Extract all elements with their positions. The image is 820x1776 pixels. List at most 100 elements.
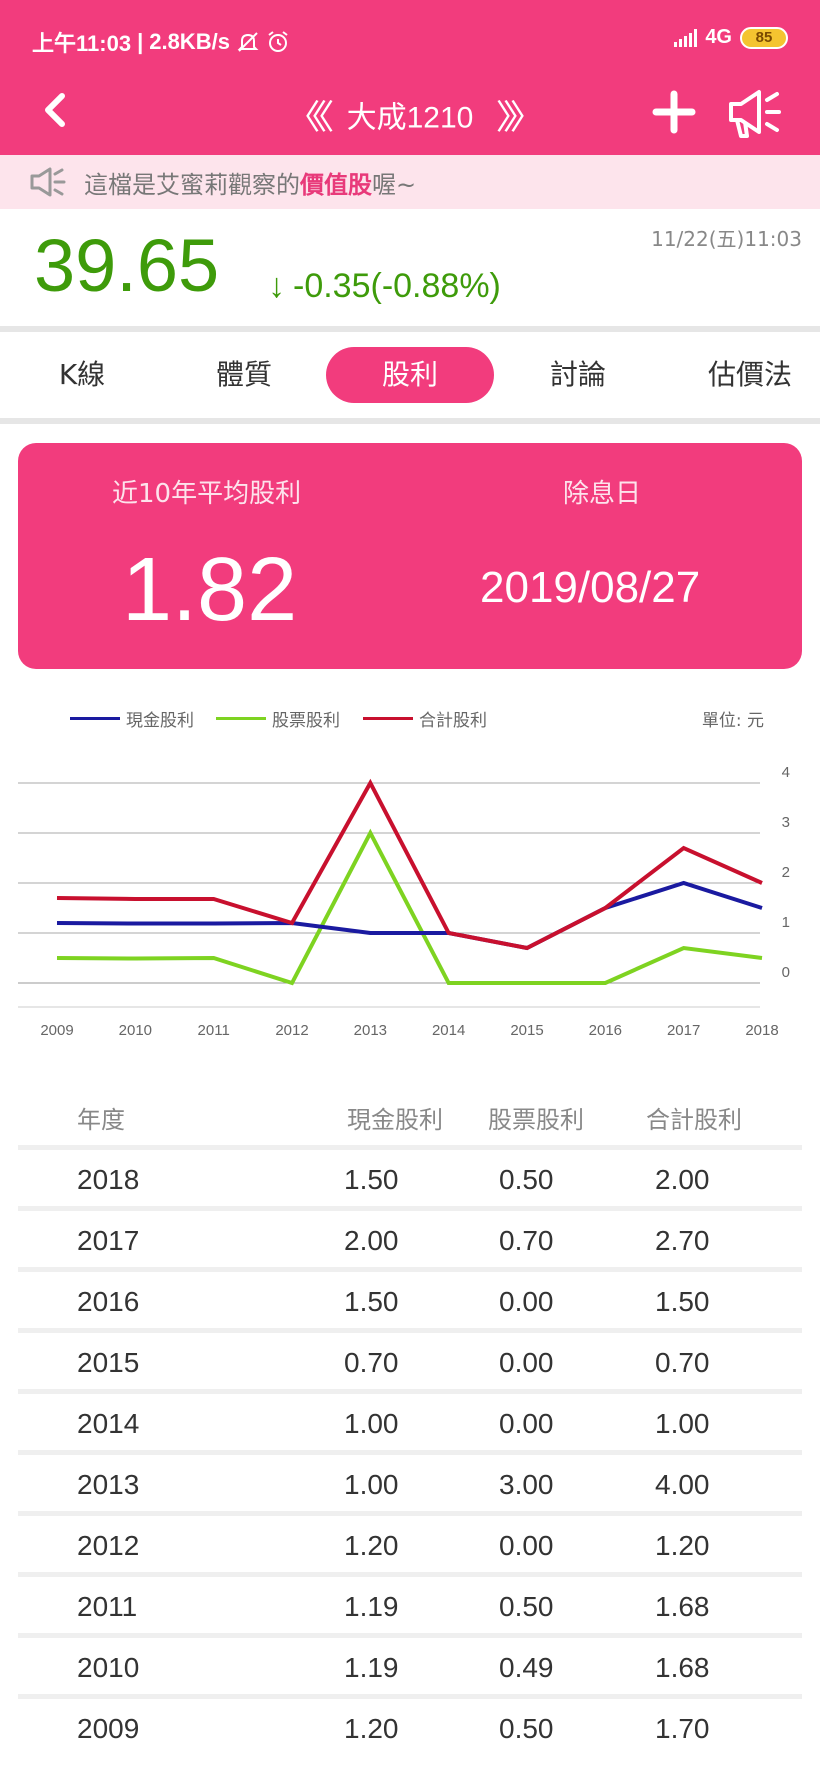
legend-swatch xyxy=(363,717,413,720)
cell-stock: 0.50 xyxy=(499,1164,554,1195)
cell-total: 2.00 xyxy=(655,1164,710,1195)
cell-total: 1.50 xyxy=(655,1286,710,1317)
alarm-icon xyxy=(268,31,288,52)
y-tick-label: 4 xyxy=(782,764,790,781)
legend-item-total: 合計股利 xyxy=(363,706,487,731)
price-change: ↓ -0.35(-0.88%) xyxy=(268,267,501,306)
current-price: 39.65 xyxy=(34,224,220,307)
cell-stock: 0.50 xyxy=(499,1713,554,1744)
legend-label: 股票股利 xyxy=(272,711,340,731)
x-tick-label: 2010 xyxy=(119,1022,152,1039)
avg-dividend-value: 1.82 xyxy=(122,540,298,640)
cell-cash: 1.50 xyxy=(344,1286,399,1317)
table-row: 2016 1.50 0.00 1.50 xyxy=(18,1267,802,1328)
tab-kline[interactable]: K線 xyxy=(28,347,136,403)
stock-switcher: 〈〈〈 大成1210 〉〉〉 xyxy=(0,90,820,139)
tab-bar: K線 體質 股利 討論 估價法 xyxy=(0,332,820,418)
cell-total: 1.00 xyxy=(655,1408,710,1439)
cell-total: 1.70 xyxy=(655,1713,710,1744)
cell-cash: 2.00 xyxy=(344,1225,399,1256)
cell-total: 0.70 xyxy=(655,1347,710,1378)
dividend-table: 年度 現金股利 股票股利 合計股利 2018 1.50 0.50 2.00 2017 2.… xyxy=(18,1090,802,1755)
cell-stock: 0.00 xyxy=(499,1408,554,1439)
header-year: 年度 xyxy=(77,1106,125,1134)
quote-timestamp: 11/22(五)11:03 xyxy=(651,227,802,251)
app-header: 上午11:03 | 2.8KB/s 4G 85 〈〈〈 大成1210 〉〉〉 xyxy=(0,0,820,155)
y-tick-label: 3 xyxy=(782,814,790,831)
cell-year: 2010 xyxy=(77,1652,140,1683)
cell-year: 2016 xyxy=(77,1286,140,1317)
cell-cash: 0.70 xyxy=(344,1347,399,1378)
quote-panel: 39.65 ↓ -0.35(-0.88%) 11/22(五)11:03 xyxy=(0,209,820,326)
tab-fundamentals[interactable]: 體質 xyxy=(190,347,298,403)
previous-stock-icon[interactable]: 〈〈〈 xyxy=(286,99,334,137)
add-icon[interactable] xyxy=(652,90,696,134)
cell-cash: 1.19 xyxy=(344,1652,399,1683)
x-tick-label: 2016 xyxy=(589,1022,622,1039)
price-change-value: -0.35(-0.88%) xyxy=(293,267,501,305)
cell-total: 2.70 xyxy=(655,1225,710,1256)
status-divider: | xyxy=(137,29,144,54)
notice-suffix: 喔~ xyxy=(372,170,417,199)
avg-dividend-label: 近10年平均股利 xyxy=(112,479,302,509)
status-bar: 上午11:03 | 2.8KB/s 4G 85 xyxy=(0,0,820,80)
divider xyxy=(0,418,820,424)
table-row: 2018 1.50 0.50 2.00 xyxy=(18,1145,802,1206)
table-row: 2012 1.20 0.00 1.20 xyxy=(18,1511,802,1572)
table-row: 2010 1.19 0.49 1.68 xyxy=(18,1633,802,1694)
cell-stock: 3.00 xyxy=(499,1469,554,1500)
tab-dividends[interactable]: 股利 xyxy=(326,347,494,403)
notice-text: 這檔是艾蜜莉觀察的價值股喔~ xyxy=(84,165,416,200)
x-tick-label: 2011 xyxy=(198,1022,230,1039)
ex-dividend-date: 2019/08/27 xyxy=(480,563,701,612)
status-right: 4G 85 xyxy=(674,26,788,49)
legend-swatch xyxy=(70,717,120,720)
cell-year: 2011 xyxy=(77,1591,138,1622)
cell-cash: 1.00 xyxy=(344,1469,399,1500)
tab-valuation[interactable]: 估價法 xyxy=(690,347,810,403)
cell-cash: 1.19 xyxy=(344,1591,399,1622)
x-tick-label: 2012 xyxy=(275,1022,308,1039)
battery-icon: 85 xyxy=(740,26,788,49)
cell-year: 2013 xyxy=(77,1469,140,1500)
table-row: 2014 1.00 0.00 1.00 xyxy=(18,1389,802,1450)
notice-highlight: 價值股 xyxy=(300,170,372,199)
unit-label: 單位: 元 xyxy=(701,711,764,731)
series-line-cash xyxy=(56,880,763,951)
cell-cash: 1.50 xyxy=(344,1164,399,1195)
header-cash: 現金股利 xyxy=(347,1106,443,1134)
table-row: 2009 1.20 0.50 1.70 xyxy=(18,1694,802,1755)
cell-total: 4.00 xyxy=(655,1469,710,1500)
header-total: 合計股利 xyxy=(646,1106,742,1134)
status-left: 上午11:03 | 2.8KB/s xyxy=(32,26,290,58)
legend-item-cash: 現金股利 xyxy=(70,706,194,731)
cell-stock: 0.50 xyxy=(499,1591,554,1622)
x-tick-label: 2015 xyxy=(510,1022,543,1039)
signal-icon xyxy=(674,28,698,47)
legend-label: 合計股利 xyxy=(419,711,487,731)
tab-discussion[interactable]: 討論 xyxy=(524,347,632,403)
y-tick-label: 2 xyxy=(782,864,790,881)
megaphone-icon xyxy=(30,167,66,197)
cell-cash: 1.00 xyxy=(344,1408,399,1439)
legend-item-stock: 股票股利 xyxy=(216,706,340,731)
notice-banner[interactable]: 這檔是艾蜜莉觀察的價值股喔~ xyxy=(0,155,820,209)
status-time: 上午11:03 xyxy=(32,31,132,56)
table-row: 2017 2.00 0.70 2.70 xyxy=(18,1206,802,1267)
cell-year: 2012 xyxy=(77,1530,140,1561)
next-stock-icon[interactable]: 〉〉〉 xyxy=(496,99,544,137)
cell-stock: 0.49 xyxy=(499,1652,554,1683)
cell-stock: 0.00 xyxy=(499,1347,554,1378)
chart-legend: 現金股利 股票股利 合計股利 單位: 元 xyxy=(0,706,820,736)
x-tick-label: 2009 xyxy=(40,1022,73,1039)
cell-stock: 0.70 xyxy=(499,1225,554,1256)
cell-year: 2015 xyxy=(77,1347,140,1378)
x-tick-label: 2014 xyxy=(432,1022,465,1039)
down-arrow-icon: ↓ xyxy=(268,267,285,305)
dividend-line-chart: 0 1 2 3 4 2009 2010 2011 2012 2013 2014 2015 2016 201… xyxy=(18,764,790,1039)
announcement-icon[interactable] xyxy=(725,86,785,140)
stock-title: 大成1210 xyxy=(346,101,474,135)
notice-prefix: 這檔是艾蜜莉觀察的 xyxy=(84,170,300,199)
x-tick-label: 2017 xyxy=(667,1022,700,1039)
cell-total: 1.68 xyxy=(655,1652,710,1683)
